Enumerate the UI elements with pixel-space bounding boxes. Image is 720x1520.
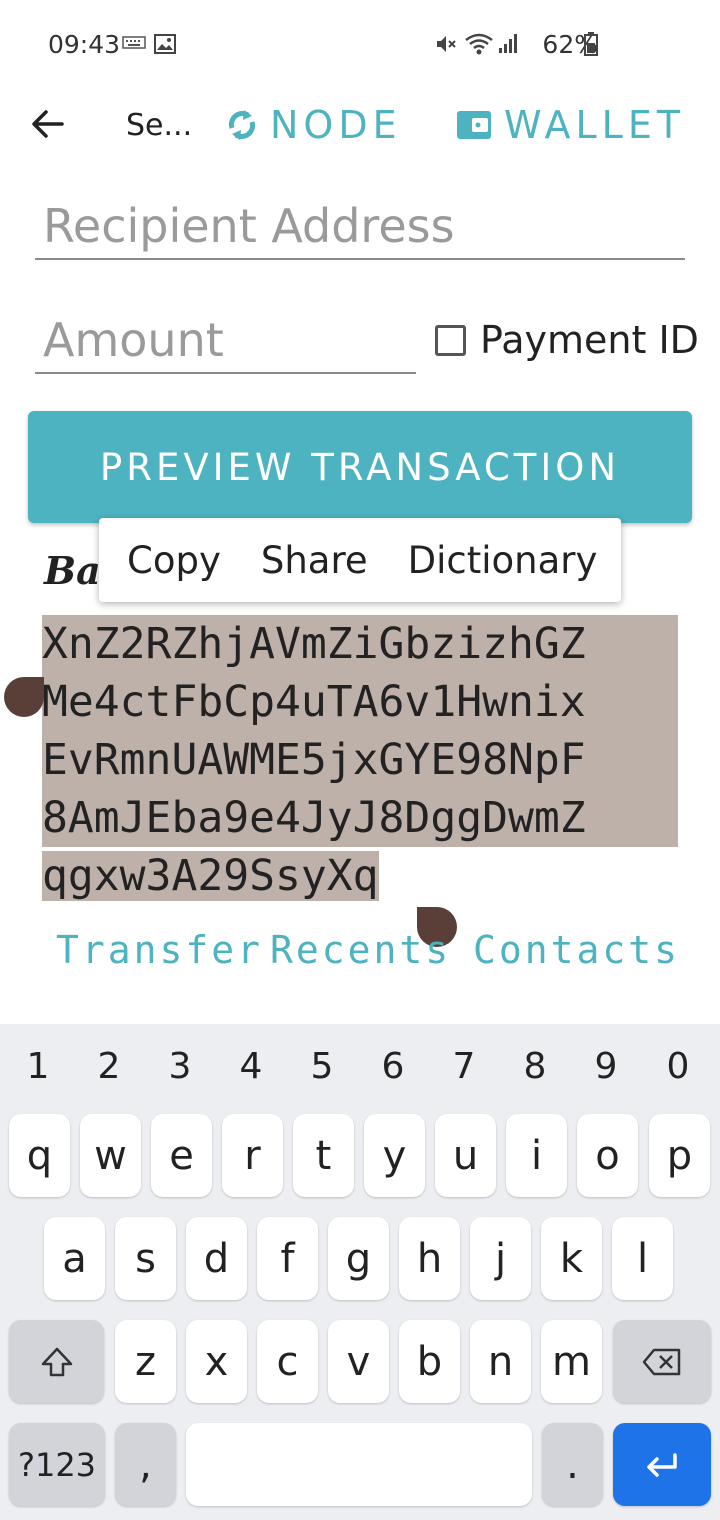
- address-line: 8AmJEba9e4JyJ8DggDwmZ: [42, 789, 678, 847]
- address-line-last: qgxw3A29SsyXq: [42, 847, 682, 905]
- key-a[interactable]: a: [44, 1217, 105, 1300]
- backspace-key[interactable]: [613, 1320, 711, 1403]
- key-q[interactable]: q: [9, 1114, 70, 1197]
- key-s[interactable]: s: [115, 1217, 176, 1300]
- address-line: EvRmnUAWME5jxGYE98NpF: [42, 731, 678, 789]
- address-line: XnZ2RZhjAVmZiGbzizhGZ: [42, 615, 678, 673]
- comma-key[interactable]: ,: [115, 1423, 176, 1506]
- enter-icon: [647, 1452, 677, 1477]
- recipient-address-input[interactable]: [35, 194, 685, 258]
- key-1[interactable]: 1: [8, 1046, 68, 1087]
- symbols-key[interactable]: ?123: [9, 1423, 105, 1506]
- key-7[interactable]: 7: [434, 1046, 494, 1087]
- key-i[interactable]: i: [506, 1114, 567, 1197]
- key-d[interactable]: d: [186, 1217, 247, 1300]
- key-m[interactable]: m: [541, 1320, 602, 1403]
- image-icon: [154, 34, 176, 59]
- page-title: Se...: [126, 108, 193, 143]
- sync-icon: [228, 110, 256, 140]
- amount-field[interactable]: [35, 308, 416, 374]
- back-button[interactable]: [28, 102, 72, 146]
- key-u[interactable]: u: [435, 1114, 496, 1197]
- key-y[interactable]: y: [364, 1114, 425, 1197]
- key-l[interactable]: l: [612, 1217, 673, 1300]
- backspace-icon: [642, 1348, 681, 1375]
- key-r[interactable]: r: [222, 1114, 283, 1197]
- wifi-icon: [464, 32, 494, 61]
- keyboard-icon: [122, 34, 146, 55]
- battery-icon: [584, 32, 598, 61]
- shift-icon: [41, 1347, 72, 1376]
- preview-transaction-button[interactable]: PREVIEW TRANSACTION: [28, 411, 692, 523]
- key-5[interactable]: 5: [292, 1046, 352, 1087]
- key-e[interactable]: e: [151, 1114, 212, 1197]
- key-g[interactable]: g: [328, 1217, 389, 1300]
- key-j[interactable]: j: [470, 1217, 531, 1300]
- tab-contacts[interactable]: Contacts: [473, 928, 680, 972]
- node-label: NODE: [270, 103, 402, 147]
- app-bar: Se... NODE WALLET: [0, 88, 720, 166]
- mute-icon: [434, 32, 458, 61]
- key-3[interactable]: 3: [150, 1046, 210, 1087]
- enter-key[interactable]: [613, 1423, 711, 1506]
- key-p[interactable]: p: [649, 1114, 710, 1197]
- menu-copy[interactable]: Copy: [127, 539, 221, 582]
- key-c[interactable]: c: [257, 1320, 318, 1403]
- payment-id-label: Payment ID: [480, 318, 699, 362]
- key-8[interactable]: 8: [505, 1046, 565, 1087]
- shift-key[interactable]: [9, 1320, 104, 1403]
- wallet-label: WALLET: [504, 103, 686, 147]
- menu-share[interactable]: Share: [261, 539, 368, 582]
- key-b[interactable]: b: [399, 1320, 460, 1403]
- key-h[interactable]: h: [399, 1217, 460, 1300]
- address-line: Me4ctFbCp4uTA6v1Hwnix: [42, 673, 678, 731]
- key-2[interactable]: 2: [79, 1046, 139, 1087]
- key-v[interactable]: v: [328, 1320, 389, 1403]
- tab-recents[interactable]: Recents: [270, 928, 451, 972]
- key-4[interactable]: 4: [221, 1046, 281, 1087]
- number-row: 1 2 3 4 5 6 7 8 9 0: [0, 1024, 720, 1112]
- wallet-button[interactable]: WALLET: [456, 100, 685, 150]
- period-key[interactable]: .: [542, 1423, 603, 1506]
- status-bar: 09:43 62%: [0, 0, 720, 88]
- soft-keyboard: 1 2 3 4 5 6 7 8 9 0 q w e r t y u i o p …: [0, 1024, 720, 1520]
- payment-id-checkbox[interactable]: [435, 324, 466, 356]
- status-time: 09:43: [48, 30, 121, 59]
- wallet-address-text[interactable]: XnZ2RZhjAVmZiGbzizhGZ Me4ctFbCp4uTA6v1Hw…: [42, 615, 682, 905]
- key-t[interactable]: t: [293, 1114, 354, 1197]
- selection-handle-start[interactable]: [4, 677, 44, 717]
- key-n[interactable]: n: [470, 1320, 531, 1403]
- key-k[interactable]: k: [541, 1217, 602, 1300]
- key-o[interactable]: o: [577, 1114, 638, 1197]
- wallet-icon: [457, 111, 491, 139]
- address-line-highlight: qgxw3A29SsyXq: [42, 851, 379, 901]
- bottom-tabs: Transfer Recents Contacts: [0, 928, 720, 984]
- payment-id-toggle[interactable]: Payment ID: [435, 318, 699, 362]
- key-f[interactable]: f: [257, 1217, 318, 1300]
- signal-icon: [498, 32, 520, 59]
- amount-input[interactable]: [35, 308, 416, 372]
- recipient-address-field[interactable]: [35, 194, 685, 260]
- node-button[interactable]: NODE: [226, 100, 402, 150]
- tab-transfer[interactable]: Transfer: [56, 928, 263, 972]
- balance-label: Ba: [44, 548, 101, 593]
- key-x[interactable]: x: [186, 1320, 247, 1403]
- arrow-left-icon: [32, 110, 64, 138]
- key-z[interactable]: z: [115, 1320, 176, 1403]
- space-key[interactable]: [186, 1423, 532, 1506]
- key-6[interactable]: 6: [363, 1046, 423, 1087]
- text-selection-menu: Copy Share Dictionary: [99, 518, 621, 602]
- key-w[interactable]: w: [80, 1114, 141, 1197]
- menu-dictionary[interactable]: Dictionary: [408, 539, 598, 582]
- key-0[interactable]: 0: [648, 1046, 708, 1087]
- key-9[interactable]: 9: [576, 1046, 636, 1087]
